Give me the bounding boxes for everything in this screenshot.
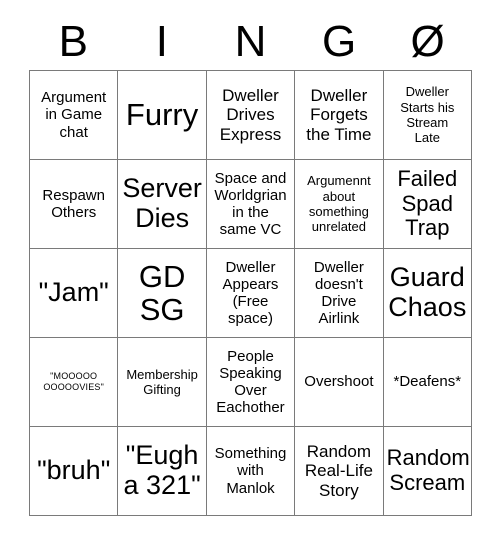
bingo-cell-label: Server Dies: [122, 173, 202, 233]
bingo-cell-label: *Deafens*: [393, 373, 462, 391]
bingo-cell-label: Space and Worldgrian in the same VC: [214, 169, 287, 239]
bingo-cell-r1c3[interactable]: Dweller Drives Express: [206, 71, 296, 160]
bingo-cell-r3c4[interactable]: Dweller doesn't Drive Airlink: [295, 249, 384, 338]
bingo-cell-label: Membership Gifting: [126, 366, 198, 397]
bingo-cell-r2c2[interactable]: Server Dies: [118, 160, 207, 249]
bingo-cell-label: GD SG: [138, 258, 186, 327]
bingo-cell-label: Something with Manlok: [214, 445, 287, 497]
bingo-cell-r1c5[interactable]: Dweller Starts his Stream Late: [383, 71, 472, 160]
bingo-grid: Argument in Game chat Furry Dweller Drives…: [29, 70, 472, 516]
bingo-cell-label: "bruh": [37, 455, 111, 486]
bingo-cell-r3c2[interactable]: GD SG: [118, 249, 207, 338]
bingo-cell-r4c2[interactable]: Membership Gifting: [118, 338, 207, 427]
bingo-cell-r5c1[interactable]: "bruh": [30, 427, 119, 516]
bingo-cell-r2c3[interactable]: Space and Worldgrian in the same VC: [206, 160, 296, 249]
bingo-cell-r5c3[interactable]: Something with Manlok: [206, 427, 296, 516]
bingo-cell-r4c5[interactable]: *Deafens*: [383, 338, 472, 427]
bingo-card: B I N G Ø Argument in Game chat Furry Dweller …: [0, 0, 500, 544]
bingo-cell-label: Overshoot: [304, 373, 374, 391]
bingo-cell-label: Dweller Drives Express: [219, 85, 282, 144]
bingo-cell-label: Argumennt about something unrelated: [307, 173, 371, 235]
bingo-cell-r1c1[interactable]: Argument in Game chat: [30, 71, 119, 160]
bingo-cell-label: Guard Chaos: [388, 262, 467, 322]
bingo-cell-label: Dweller Forgets the Time: [306, 85, 372, 144]
bingo-cell-r4c4[interactable]: Overshoot: [295, 338, 384, 427]
bingo-cell-label: "Jam": [38, 277, 109, 308]
bingo-cell-r5c2[interactable]: "Eugh a 321": [118, 427, 207, 516]
bingo-cell-r1c4[interactable]: Dweller Forgets the Time: [295, 71, 384, 160]
bingo-cell-label: Random Scream: [386, 445, 470, 495]
bingo-header-letter-2: I: [155, 17, 168, 66]
bingo-cell-r5c4[interactable]: Random Real-Life Story: [295, 427, 384, 516]
bingo-cell-label: "Eugh a 321": [123, 440, 201, 500]
bingo-cell-r5c5[interactable]: Random Scream: [383, 427, 472, 516]
bingo-cell-r2c1[interactable]: Respawn Others: [30, 160, 119, 249]
bingo-cell-r3c5[interactable]: Guard Chaos: [383, 249, 472, 338]
bingo-cell-r2c5[interactable]: Failed Spad Trap: [383, 160, 472, 249]
bingo-header-row: BINGØ: [29, 14, 472, 70]
bingo-cell-label: Dweller doesn't Drive Airlink: [313, 258, 364, 328]
bingo-cell-r3c1[interactable]: "Jam": [30, 249, 119, 338]
bingo-cell-r4c1[interactable]: "MOOOOO OOOOOVIES": [30, 338, 119, 427]
bingo-header-letter-1: B: [58, 17, 88, 66]
bingo-cell-label: Dweller Starts his Stream Late: [400, 84, 455, 146]
bingo-header-letter-5: Ø: [410, 17, 445, 66]
bingo-cell-r2c4[interactable]: Argumennt about something unrelated: [295, 160, 384, 249]
bingo-cell-r4c3[interactable]: People Speaking Over Eachother: [206, 338, 296, 427]
bingo-cell-label: Failed Spad Trap: [397, 166, 458, 241]
bingo-cell-label: Dweller Appears (Free space): [222, 258, 279, 328]
bingo-cell-free-space[interactable]: Dweller Appears (Free space): [206, 249, 296, 338]
bingo-cell-r1c2[interactable]: Furry: [118, 71, 207, 160]
bingo-header-letter-3: N: [234, 17, 267, 66]
bingo-cell-label: People Speaking Over Eachother: [216, 347, 285, 417]
bingo-cell-label: Respawn Others: [42, 186, 105, 221]
bingo-cell-label: Furry: [125, 97, 199, 133]
bingo-cell-label: "MOOOOO OOOOOVIES": [43, 370, 105, 392]
bingo-header-letter-4: G: [321, 17, 357, 66]
bingo-cell-label: Argument in Game chat: [41, 89, 107, 141]
bingo-cell-label: Random Real-Life Story: [304, 441, 373, 500]
